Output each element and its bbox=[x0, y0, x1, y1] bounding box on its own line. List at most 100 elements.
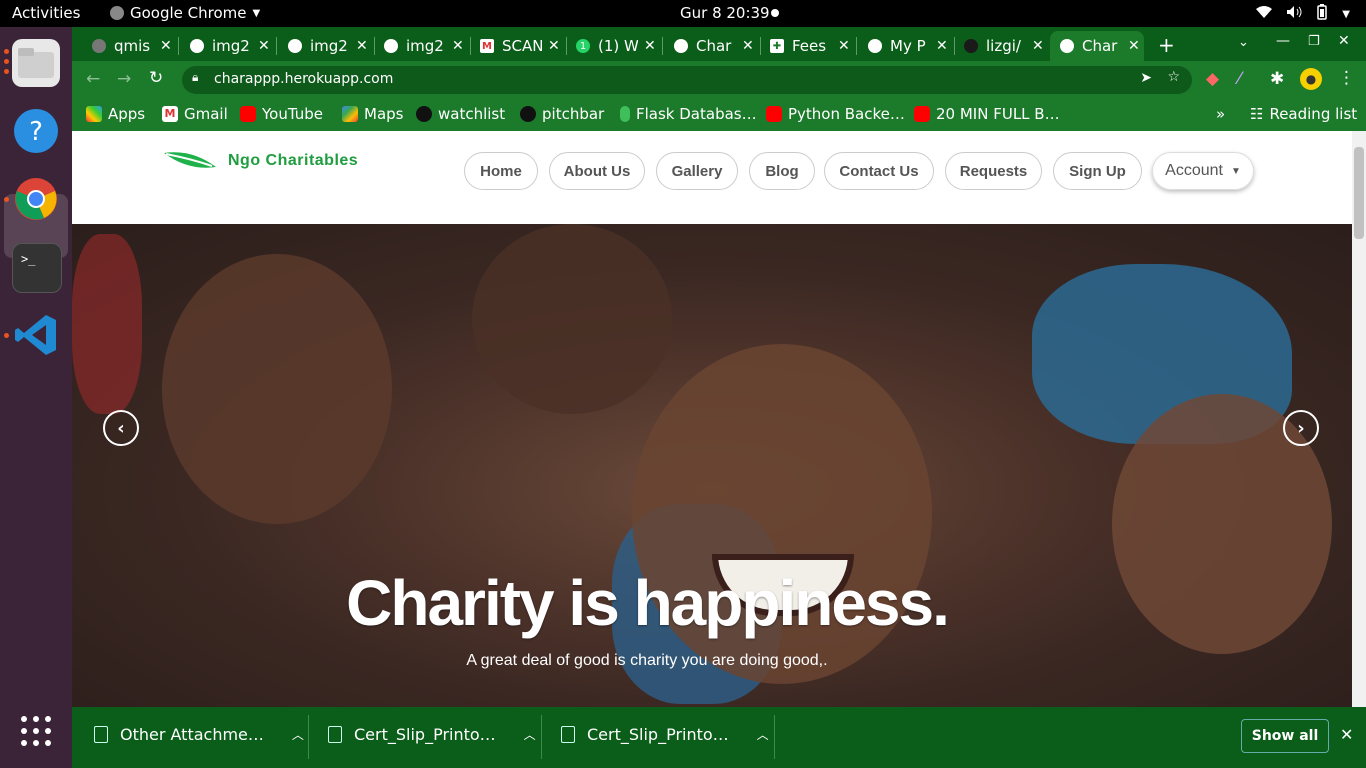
page-scrollbar[interactable] bbox=[1352, 131, 1366, 707]
file-icon bbox=[561, 726, 575, 743]
clock[interactable]: Gur 8 20:39 bbox=[680, 4, 770, 22]
app-menu[interactable]: Google Chrome ▼ bbox=[110, 4, 260, 22]
fees-icon: ✚ bbox=[770, 39, 784, 53]
globe-icon bbox=[868, 39, 882, 53]
bookmarks-overflow-chevron[interactable]: » bbox=[1216, 105, 1225, 123]
tab[interactable]: My P ✕ bbox=[868, 31, 948, 61]
show-apps-grid-icon[interactable] bbox=[12, 707, 60, 755]
chevron-up-icon[interactable]: ︿ bbox=[757, 726, 769, 743]
gmail-icon: M bbox=[480, 39, 494, 53]
tab-title: lizgi/ bbox=[986, 37, 1021, 55]
chevron-up-icon[interactable]: ︿ bbox=[292, 726, 304, 743]
close-icon[interactable]: ✕ bbox=[1032, 38, 1044, 54]
extension-record-icon[interactable]: ◆ bbox=[1206, 69, 1219, 89]
close-icon[interactable]: ✕ bbox=[1128, 38, 1140, 54]
nav-signup-button[interactable]: Sign Up bbox=[1053, 152, 1142, 190]
show-all-button[interactable]: Show all bbox=[1241, 719, 1329, 753]
files-app-icon[interactable] bbox=[12, 39, 60, 87]
bookmark-flask[interactable]: Flask Databas… bbox=[620, 105, 757, 123]
account-dropdown[interactable]: Account ▼ bbox=[1152, 152, 1254, 190]
close-icon[interactable]: ✕ bbox=[742, 38, 754, 54]
download-item[interactable]: Cert_Slip_Printo… ︿ bbox=[561, 725, 769, 744]
forward-arrow-icon[interactable]: → bbox=[117, 69, 131, 89]
close-icon[interactable]: ✕ bbox=[160, 38, 172, 54]
nav-contact-button[interactable]: Contact Us bbox=[824, 152, 934, 190]
globe-icon bbox=[1060, 39, 1074, 53]
reading-list-button[interactable]: ☷ Reading list bbox=[1250, 105, 1357, 123]
scrollbar-thumb[interactable] bbox=[1354, 147, 1364, 239]
tab-search-chevron-icon[interactable]: ⌄ bbox=[1238, 35, 1249, 50]
tab-active[interactable]: Char ✕ bbox=[1050, 31, 1144, 61]
vscode-app-icon[interactable] bbox=[12, 311, 60, 359]
chrome-small-icon bbox=[110, 6, 124, 20]
tab-title: img2 bbox=[310, 37, 348, 55]
system-tray[interactable]: ▼ bbox=[1256, 4, 1350, 24]
file-icon bbox=[94, 726, 108, 743]
send-icon[interactable]: ➤ bbox=[1140, 70, 1152, 86]
download-item[interactable]: Cert_Slip_Printo… ︿ bbox=[328, 725, 536, 744]
minimize-icon[interactable]: — bbox=[1276, 33, 1290, 49]
svg-text:?: ? bbox=[29, 117, 43, 147]
chrome-app-icon[interactable] bbox=[12, 175, 60, 223]
close-downloads-icon[interactable]: ✕ bbox=[1340, 725, 1353, 744]
running-indicator bbox=[4, 197, 9, 202]
terminal-app-icon[interactable]: >_ bbox=[12, 243, 62, 293]
tab[interactable]: ✚ Fees ✕ bbox=[770, 31, 850, 61]
notification-dot bbox=[771, 9, 779, 17]
reading-list-label: Reading list bbox=[1269, 105, 1358, 123]
close-icon[interactable]: ✕ bbox=[356, 38, 368, 54]
tab-separator bbox=[276, 37, 277, 55]
lock-icon: 🔒︎ bbox=[192, 70, 199, 84]
bookmark-python[interactable]: Python Backe… bbox=[766, 105, 905, 123]
tab[interactable]: lizgi/ ✕ bbox=[964, 31, 1044, 61]
bookmark-apps[interactable]: Apps bbox=[86, 105, 145, 123]
bookmark-maps[interactable]: Maps bbox=[342, 105, 403, 123]
nav-about-button[interactable]: About Us bbox=[549, 152, 645, 190]
tab[interactable]: qmis ✕ bbox=[92, 31, 172, 61]
address-bar[interactable]: 🔒︎ charappp.herokuapp.com ➤ ☆ bbox=[182, 66, 1192, 94]
web-page: Ngo Charitables Home About Us Gallery Bl… bbox=[72, 131, 1352, 707]
downloads-bar: Other Attachme… ︿ Cert_Slip_Printo… ︿ Ce… bbox=[72, 707, 1366, 768]
carousel-next-button[interactable]: › bbox=[1283, 410, 1319, 446]
carousel-prev-button[interactable]: ‹ bbox=[103, 410, 139, 446]
tab[interactable]: M SCAN ✕ bbox=[480, 31, 560, 61]
nav-home-button[interactable]: Home bbox=[464, 152, 538, 190]
site-logo[interactable]: Ngo Charitables bbox=[162, 149, 358, 173]
close-icon[interactable]: ✕ bbox=[644, 38, 656, 54]
running-indicator bbox=[4, 69, 9, 74]
bookmark-20min[interactable]: 20 MIN FULL B… bbox=[914, 105, 1060, 123]
extensions-puzzle-icon[interactable]: ✱ bbox=[1270, 69, 1284, 89]
bookmark-youtube[interactable]: YouTube bbox=[240, 105, 323, 123]
back-arrow-icon[interactable]: ← bbox=[86, 69, 100, 89]
help-app-icon[interactable]: ? bbox=[12, 107, 60, 155]
tab[interactable]: img2 ✕ bbox=[384, 31, 464, 61]
chevron-up-icon[interactable]: ︿ bbox=[524, 726, 536, 743]
tab[interactable]: img2 ✕ bbox=[190, 31, 270, 61]
more-menu-icon[interactable]: ⋮ bbox=[1338, 68, 1355, 88]
file-icon bbox=[328, 726, 342, 743]
tab[interactable]: 1 (1) W ✕ bbox=[576, 31, 656, 61]
new-tab-plus-icon[interactable]: + bbox=[1158, 33, 1175, 57]
profile-avatar[interactable]: ● bbox=[1300, 68, 1322, 90]
apps-grid-icon bbox=[86, 106, 102, 122]
nav-gallery-button[interactable]: Gallery bbox=[656, 152, 738, 190]
nav-blog-button[interactable]: Blog bbox=[749, 152, 815, 190]
bookmark-pitchbar[interactable]: pitchbar bbox=[520, 105, 604, 123]
close-icon[interactable]: ✕ bbox=[936, 38, 948, 54]
tab[interactable]: img2 ✕ bbox=[288, 31, 368, 61]
nav-requests-button[interactable]: Requests bbox=[945, 152, 1042, 190]
close-icon[interactable]: ✕ bbox=[452, 38, 464, 54]
close-icon[interactable]: ✕ bbox=[838, 38, 850, 54]
tab[interactable]: Char ✕ bbox=[674, 31, 754, 61]
close-icon[interactable]: ✕ bbox=[258, 38, 270, 54]
bookmark-gmail[interactable]: M Gmail bbox=[162, 105, 228, 123]
close-icon[interactable]: ✕ bbox=[548, 38, 560, 54]
maximize-icon[interactable]: ❐ bbox=[1308, 34, 1320, 49]
bookmark-watchlist[interactable]: watchlist bbox=[416, 105, 505, 123]
activities-button[interactable]: Activities bbox=[12, 4, 80, 22]
window-close-icon[interactable]: ✕ bbox=[1338, 33, 1350, 49]
reload-icon[interactable]: ↻ bbox=[149, 68, 163, 88]
star-icon[interactable]: ☆ bbox=[1167, 69, 1180, 85]
extension-pen-icon[interactable]: ⁄ bbox=[1238, 69, 1241, 89]
download-item[interactable]: Other Attachme… ︿ bbox=[94, 725, 304, 744]
